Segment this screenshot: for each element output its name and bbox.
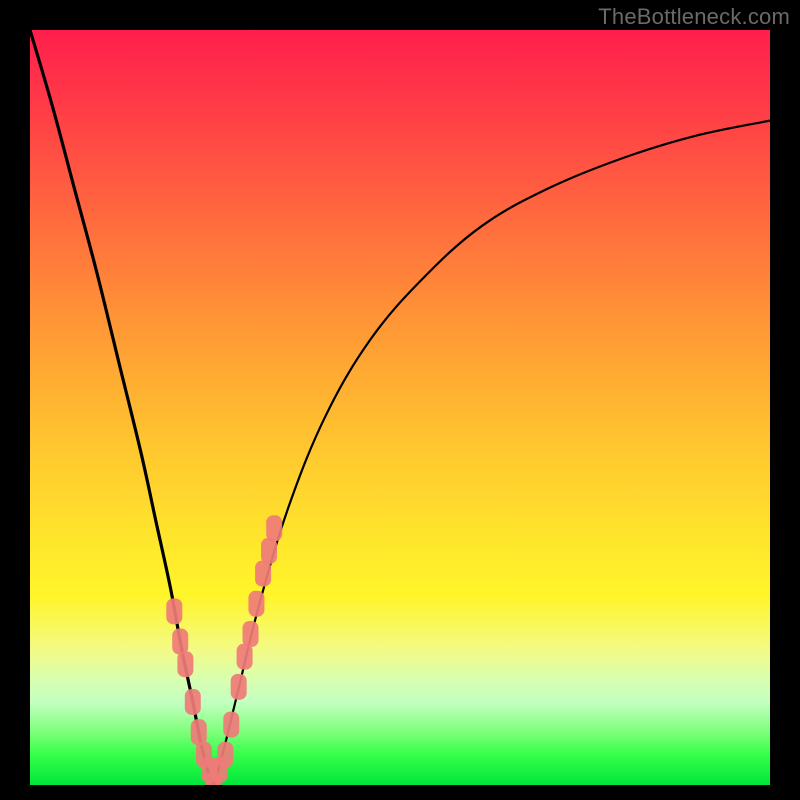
marker-point	[217, 742, 233, 768]
marker-point	[266, 515, 282, 541]
marker-point	[177, 651, 193, 677]
curve-left-branch	[30, 30, 214, 785]
data-markers	[166, 515, 282, 785]
chart-container: TheBottleneck.com	[0, 0, 800, 800]
marker-point	[243, 621, 259, 647]
marker-point	[261, 538, 277, 564]
marker-point	[231, 674, 247, 700]
marker-point	[172, 629, 188, 655]
watermark-text: TheBottleneck.com	[598, 4, 790, 30]
marker-point	[211, 757, 227, 783]
marker-point	[185, 689, 201, 715]
curve-paths	[30, 30, 770, 785]
marker-point	[237, 644, 253, 670]
plot-area	[30, 30, 770, 785]
marker-point	[191, 719, 207, 745]
marker-point	[248, 591, 264, 617]
marker-point	[223, 712, 239, 738]
marker-point	[196, 742, 212, 768]
marker-point	[255, 561, 271, 587]
marker-point	[206, 772, 222, 785]
curve-layer	[30, 30, 770, 785]
curve-right-branch	[214, 121, 770, 785]
marker-point	[166, 598, 182, 624]
marker-point	[201, 757, 217, 783]
